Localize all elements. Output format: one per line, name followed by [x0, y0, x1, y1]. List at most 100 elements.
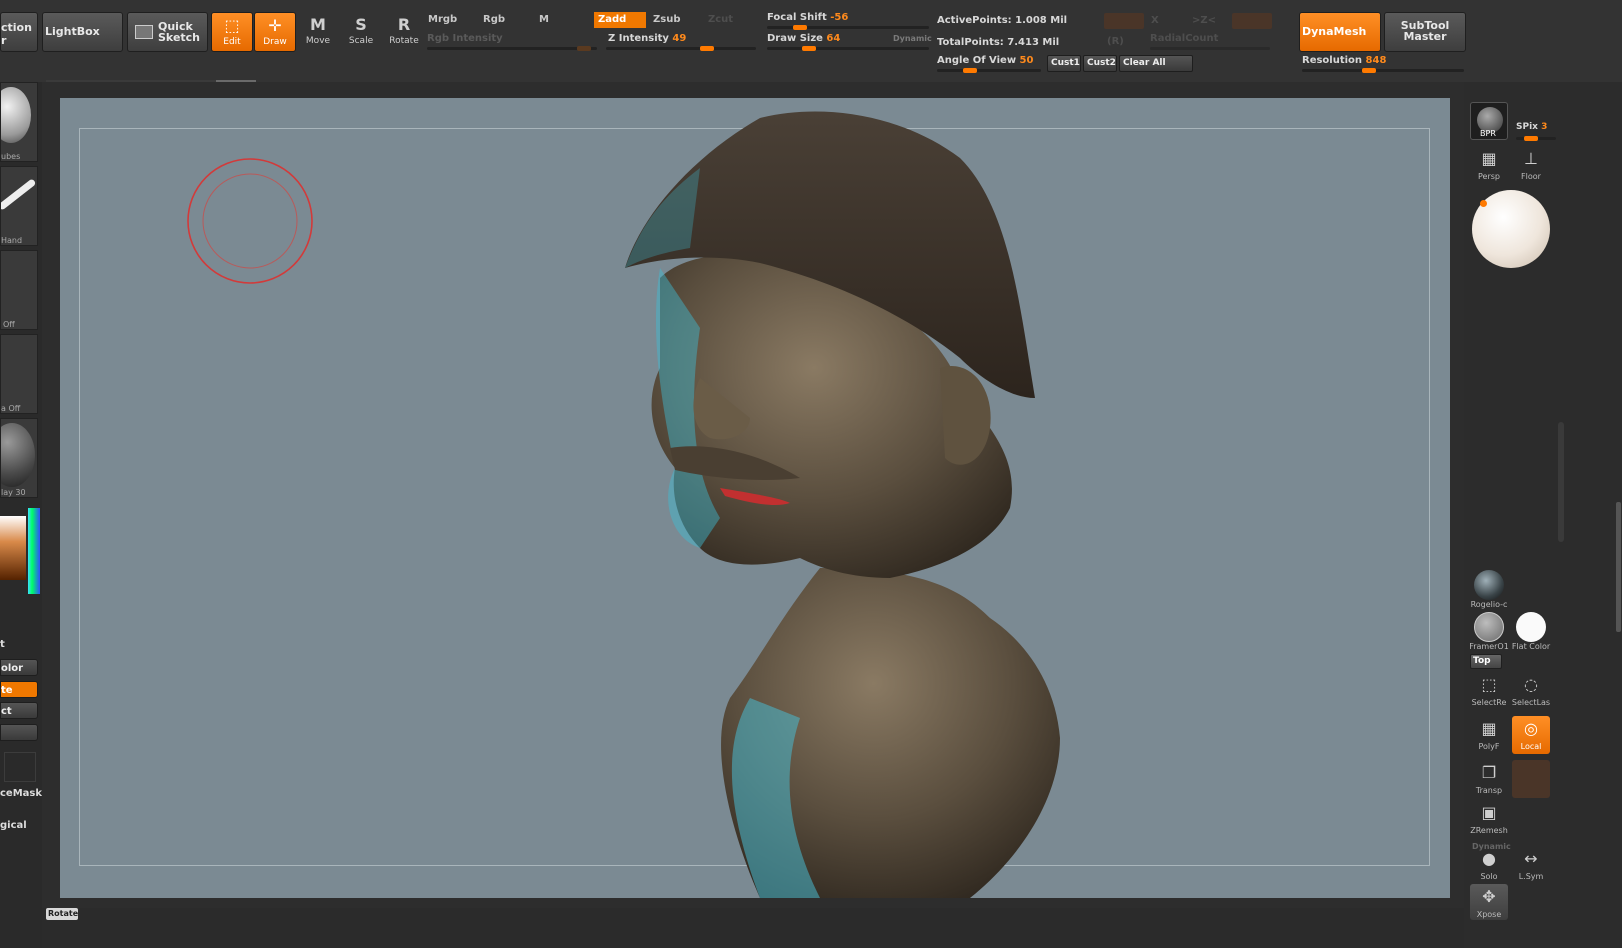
zremesher-button[interactable]: ▣ ZRemesh [1468, 800, 1510, 844]
z-intensity-slider[interactable] [606, 46, 756, 51]
alpha-caption: Off [3, 320, 15, 329]
blank-button[interactable] [0, 724, 38, 741]
symmetry-z-label: >Z< [1192, 15, 1217, 26]
m-toggle[interactable]: M [535, 12, 591, 28]
lightbox-button[interactable]: LightBox [42, 12, 123, 52]
polyframe-button[interactable]: ▦ PolyF [1468, 716, 1510, 760]
resolution-knob[interactable] [1362, 68, 1376, 73]
switch-color-button[interactable]: olor [0, 659, 38, 676]
symmetry-r-button[interactable] [1232, 13, 1272, 29]
flat-color-button[interactable]: Flat Color [1510, 610, 1552, 654]
rotate-button[interactable]: R Rotate [383, 12, 425, 52]
draw-size-slider[interactable] [767, 46, 929, 51]
edit-button[interactable]: ⬚ Edit [211, 12, 253, 52]
perspective-grid-icon: ▦ [1481, 149, 1497, 168]
scale-icon: S [355, 15, 367, 34]
draw-size-value: 64 [826, 33, 841, 44]
local-symmetry-button[interactable]: ↔ L.Sym [1510, 846, 1552, 890]
zadd-toggle[interactable]: Zadd [594, 12, 646, 28]
local-button[interactable]: ◎ Local [1512, 716, 1550, 754]
texture-thumbnail[interactable]: a Off [0, 334, 38, 414]
rotate-label: Rotate [389, 36, 419, 46]
symmetry-x-button[interactable] [1104, 13, 1144, 29]
color-picker[interactable] [0, 508, 40, 594]
framer-label: FramerO1 [1469, 642, 1509, 651]
scale-button[interactable]: S Scale [340, 12, 382, 52]
select-button[interactable]: ct [0, 702, 38, 719]
z-intensity-label: Z Intensity [608, 33, 669, 44]
spix-slider[interactable] [1516, 136, 1556, 141]
zremesher-label: ZRemesh [1470, 826, 1508, 835]
spix-knob[interactable] [1524, 136, 1538, 141]
right-edge-scrollbar[interactable] [1616, 502, 1621, 632]
symmetry-y-label: X [1151, 15, 1159, 26]
z-intensity-knob[interactable] [700, 46, 714, 51]
ghost-button[interactable] [1512, 760, 1550, 798]
color-picker-square[interactable] [0, 516, 26, 580]
resolution-slider[interactable] [1302, 68, 1464, 73]
perspective-button[interactable]: ▦ Persp [1468, 146, 1510, 190]
select-lasso-button[interactable]: ◌ SelectLas [1510, 672, 1552, 716]
move-icon: M [310, 15, 326, 34]
material-button[interactable]: Rogelio-c [1468, 568, 1510, 612]
transparency-button[interactable]: ❐ Transp [1468, 760, 1510, 804]
zcut-toggle[interactable]: Zcut [704, 12, 756, 28]
brush-thumbnail[interactable]: ubes [0, 82, 38, 162]
draw-button[interactable]: ✛ Draw [254, 12, 296, 52]
focal-shift-slider-label: Focal Shift -56 [767, 12, 848, 23]
alpha-thumbnail[interactable]: Off [0, 250, 38, 330]
bpr-button[interactable]: BPR [1470, 102, 1508, 140]
navigation-dot [1480, 200, 1487, 207]
rgb-intensity-knob[interactable] [577, 46, 591, 51]
solo-icon: ● [1482, 849, 1496, 868]
backface-mask-label[interactable]: ceMask [0, 788, 42, 799]
quick-sketch-button[interactable]: Quick Sketch [127, 12, 208, 52]
cust2-button[interactable]: Cust2 [1083, 55, 1117, 72]
rotate-bottom-button[interactable]: Rotate [46, 908, 78, 920]
local-icon: ◎ [1524, 719, 1538, 738]
right-shelf: BPR SPix 3 ▦ Persp ⊥ Floor Rogelio-c Fra… [1464, 82, 1622, 948]
zsub-toggle[interactable]: Zsub [649, 12, 701, 28]
logical-label[interactable]: gical [0, 820, 27, 831]
move-label: Move [305, 36, 331, 46]
draw-size-label: Draw Size [767, 33, 823, 44]
dynamic-draw-size-toggle[interactable]: Dynamic [893, 34, 932, 43]
focal-shift-knob[interactable] [793, 25, 807, 30]
z-intensity-slider-label: Z Intensity 49 [608, 33, 686, 44]
radial-count-slider[interactable] [1150, 47, 1270, 50]
rgb-intensity-slider[interactable] [427, 46, 597, 51]
clear-all-button[interactable]: Clear All [1119, 55, 1193, 72]
move-button[interactable]: M Move [297, 12, 339, 52]
rgb-intensity-slider-label: Rgb Intensity [427, 33, 503, 44]
select-rect-button[interactable]: ⬚ SelectRe [1468, 672, 1510, 716]
top-view-button[interactable]: Top [1470, 654, 1502, 669]
floor-button[interactable]: ⊥ Floor [1510, 146, 1552, 190]
navigation-sphere[interactable] [1472, 190, 1550, 268]
angle-of-view-knob[interactable] [963, 68, 977, 73]
framer-button[interactable]: FramerO1 [1468, 610, 1510, 654]
rgb-toggle[interactable]: Rgb [479, 12, 531, 28]
stroke-thumbnail[interactable]: Hand [0, 166, 38, 246]
sculpt-model[interactable] [60, 98, 1450, 898]
draw-icon: ✛ [268, 16, 282, 35]
rotate-bottom-label: Rotate [48, 909, 79, 918]
gradient-button[interactable]: te [0, 681, 38, 698]
xpose-button[interactable]: ✥ Xpose [1470, 884, 1508, 920]
angle-of-view-slider[interactable] [937, 68, 1041, 73]
material-thumbnail[interactable]: lay 30 [0, 418, 38, 498]
cust1-button[interactable]: Cust1 [1047, 55, 1081, 72]
top-toolbar: ction r LightBox Quick Sketch ⬚ Edit ✛ D… [0, 0, 1622, 84]
flat-color-label: Flat Color [1512, 642, 1550, 651]
backface-mask-icon[interactable] [4, 752, 36, 782]
angle-of-view-slider-label: Angle Of View 50 [937, 55, 1033, 66]
angle-of-view-value: 50 [1019, 55, 1034, 66]
framer-ball-icon [1474, 612, 1504, 642]
draw-size-knob[interactable] [802, 46, 816, 51]
right-scrollbar[interactable] [1558, 422, 1564, 542]
mrgb-toggle[interactable]: Mrgb [424, 12, 476, 28]
dynamesh-button[interactable]: DynaMesh [1299, 12, 1381, 52]
floor-label: Floor [1521, 172, 1541, 181]
subtool-master-button[interactable]: SubTool Master [1384, 12, 1466, 52]
focal-shift-slider[interactable] [767, 25, 929, 30]
projection-master-button[interactable]: ction r [0, 12, 38, 52]
